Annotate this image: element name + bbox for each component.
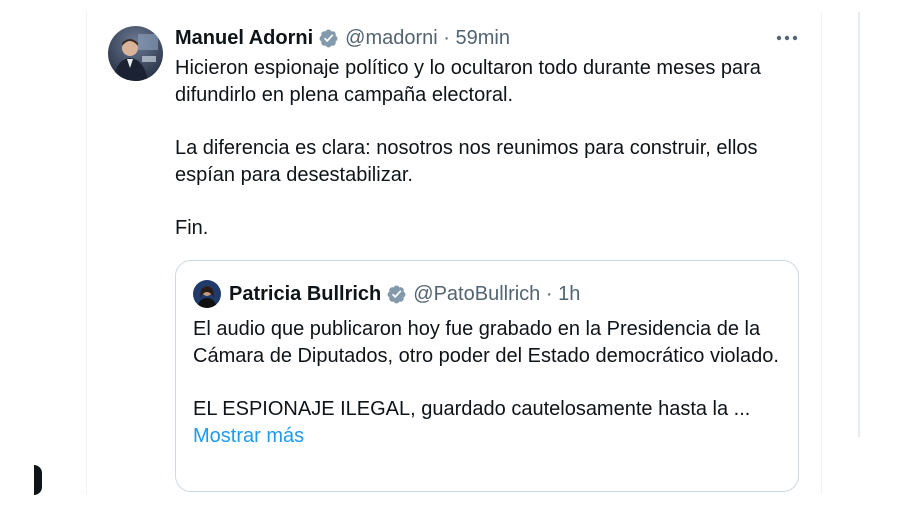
author-name[interactable]: Manuel Adorni bbox=[175, 27, 313, 50]
more-options-icon bbox=[776, 35, 798, 41]
timeline-border-right bbox=[821, 12, 822, 494]
cropped-edge-element bbox=[34, 465, 42, 495]
tweet-paragraph: Fin. bbox=[175, 217, 209, 239]
quoted-paragraph: EL ESPIONAJE ILEGAL, guardado cautelosam… bbox=[193, 398, 751, 420]
tweet-text: Hicieron espionaje político y lo ocultar… bbox=[175, 55, 815, 242]
user-avatar-icon bbox=[108, 26, 163, 81]
quoted-tweet-header: Patricia Bullrich @PatoBullrich · 1h bbox=[193, 280, 580, 308]
verified-badge-icon bbox=[318, 28, 339, 49]
quoted-tweet-card[interactable]: Patricia Bullrich @PatoBullrich · 1h El … bbox=[175, 260, 799, 492]
verified-badge-icon bbox=[386, 284, 407, 305]
timeline-border-left bbox=[86, 12, 87, 494]
tweet-paragraph: La diferencia es clara: nosotros nos reu… bbox=[175, 137, 758, 186]
author-handle-time[interactable]: @madorni · 59min bbox=[345, 27, 510, 50]
user-avatar-icon bbox=[193, 280, 221, 308]
quoted-author-name: Patricia Bullrich bbox=[229, 282, 382, 305]
tweet-header: Manuel Adorni @madorni · 59min bbox=[175, 25, 510, 51]
quoted-paragraph: El audio que publicaron hoy fue grabado … bbox=[193, 318, 779, 367]
tweet-paragraph: Hicieron espionaje político y lo ocultar… bbox=[175, 57, 761, 106]
quoted-tweet-text: El audio que publicaron hoy fue grabado … bbox=[193, 316, 793, 450]
show-more-link[interactable]: Mostrar más bbox=[193, 425, 304, 447]
quoted-author-avatar[interactable] bbox=[193, 280, 221, 308]
more-options-button[interactable] bbox=[772, 26, 802, 50]
author-avatar[interactable] bbox=[108, 26, 163, 81]
page-edge-divider bbox=[858, 12, 860, 437]
quoted-author-handle-time: @PatoBullrich · 1h bbox=[413, 282, 581, 305]
